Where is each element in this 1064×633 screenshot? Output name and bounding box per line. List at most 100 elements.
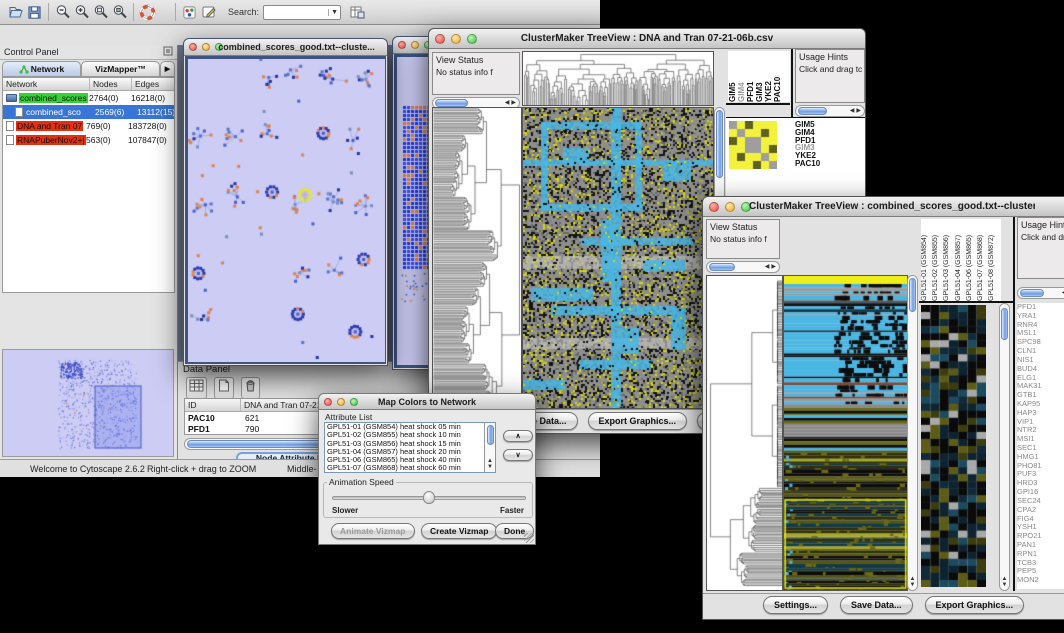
network-tree-row[interactable]: combined_sco 2569(6) 13112(15) <box>3 105 174 119</box>
zoom-column-label: GPL51-08 (GSM872) <box>988 219 999 301</box>
treeview2-titlebar[interactable]: ClusterMaker TreeView : combined_scores_… <box>703 197 1064 217</box>
zoom-window-button[interactable] <box>350 398 358 406</box>
zoom-column-label: YKE2 <box>764 51 773 102</box>
attribute-select-icon[interactable] <box>186 377 207 399</box>
zoom-vscrollbar[interactable]: ▲▼ <box>999 303 1010 591</box>
speed-slider-thumb[interactable] <box>423 491 435 504</box>
dialog-title: Map Colors to Network <box>365 397 489 407</box>
footer-button[interactable]: Settings... <box>763 596 828 614</box>
faster-label: Faster <box>500 506 524 515</box>
search-input[interactable]: ▼ <box>263 5 341 20</box>
scrollbar-thumb[interactable] <box>487 425 494 445</box>
tab-vizmapper[interactable]: VizMapper™ <box>81 61 160 77</box>
animate-vizmap-button[interactable]: Animate Vizmap <box>331 523 415 539</box>
treeview2-window: ClusterMaker TreeView : combined_scores_… <box>702 196 1064 620</box>
heatmap-canvas[interactable] <box>522 107 714 409</box>
control-panel-title: Control Panel <box>4 47 59 57</box>
network-tab-icon <box>19 65 29 74</box>
footer-button[interactable]: Export Graphics... <box>925 596 1025 614</box>
minimize-button[interactable] <box>202 43 210 51</box>
scroll-left-icon[interactable]: ◀ <box>764 264 771 270</box>
annotation-icon[interactable] <box>199 3 218 22</box>
float-panel-icon[interactable] <box>163 43 173 61</box>
usage-hints-hscrollbar[interactable]: ◀▶ <box>795 105 865 117</box>
network-tree-row[interactable]: DNA and Tran 07 769(0) 183728(0) <box>3 119 174 133</box>
delete-attribute-icon[interactable] <box>241 377 260 399</box>
column-dendrogram-canvas[interactable] <box>522 51 714 106</box>
scroll-right-icon[interactable]: ▶ <box>510 100 517 106</box>
scroll-right-icon[interactable]: ▶ <box>770 264 777 270</box>
row-dendrogram-canvas[interactable] <box>706 275 783 591</box>
scroll-down-icon[interactable]: ▼ <box>486 464 494 470</box>
close-button[interactable] <box>398 41 406 49</box>
footer-button[interactable]: Save Data... <box>840 596 913 614</box>
zoom-in-icon[interactable] <box>72 3 91 22</box>
minimize-button[interactable] <box>337 398 345 406</box>
zoom-heatmap-canvas[interactable] <box>921 305 986 587</box>
scrollbar-thumb[interactable] <box>716 110 723 178</box>
footer-button[interactable]: Export Graphics... <box>588 412 688 430</box>
minimize-button[interactable] <box>411 41 419 49</box>
network1-view-canvas[interactable] <box>188 59 385 362</box>
vizmapper-icon[interactable] <box>180 3 199 22</box>
create-vizmap-button[interactable]: Create Vizmap <box>421 523 497 539</box>
move-down-button[interactable]: ∨ <box>503 449 533 461</box>
zoom-column-labels: GPL51-01 (GSM854)GPL51-02 (GSM855)GPL51-… <box>921 219 1001 301</box>
gene-label[interactable]: MON2 <box>1017 576 1064 585</box>
zoom-column-label: GPL51-03 (GSM856) <box>943 219 954 301</box>
close-button[interactable] <box>324 398 332 406</box>
search-dropdown-icon[interactable]: ▼ <box>328 9 340 16</box>
scroll-left-icon[interactable]: ◀ <box>504 100 511 106</box>
scrollbar-thumb[interactable] <box>909 278 916 312</box>
zoom-out-icon[interactable] <box>53 3 72 22</box>
scrollbar-thumb[interactable] <box>1001 308 1008 340</box>
row-dendrogram-canvas[interactable] <box>432 107 522 409</box>
help-lifesaver-icon[interactable] <box>138 3 157 22</box>
toolbar-separator <box>175 3 176 21</box>
attribute-browser-icon[interactable] <box>347 3 366 22</box>
scrollbar-thumb[interactable] <box>709 263 735 271</box>
scroll-down-icon[interactable]: ▼ <box>909 582 917 588</box>
toolbar-separator <box>48 3 49 21</box>
heatmap-vscrollbar[interactable]: ▲▼ <box>907 275 918 591</box>
attribute-list-item[interactable]: GPL51-07 (GSM868) heat shock 60 min <box>325 464 484 472</box>
resize-grip[interactable] <box>524 533 534 543</box>
map-colors-dialog: Map Colors to Network Attribute List GPL… <box>318 393 536 545</box>
view-status-panel: View Status No status info f <box>706 219 780 259</box>
network-tree-row[interactable]: RNAPuberNov2+| 563(0) 107847(0) <box>3 133 174 147</box>
dialog-titlebar[interactable]: Map Colors to Network <box>319 394 535 410</box>
new-attribute-icon[interactable] <box>214 377 234 399</box>
minimize-button[interactable] <box>725 202 735 212</box>
save-session-icon[interactable] <box>25 3 44 22</box>
usage-hints-hscrollbar[interactable]: ◀▶ <box>1017 287 1064 299</box>
scrollbar-thumb[interactable] <box>435 99 468 107</box>
zoom-fit-icon[interactable] <box>91 3 110 22</box>
scroll-left-icon[interactable]: ◀ <box>849 108 856 114</box>
attribute-list-vscrollbar[interactable]: ▲▼ <box>484 423 495 472</box>
minimize-button[interactable] <box>451 34 461 44</box>
scrollbar-thumb[interactable] <box>1020 289 1044 297</box>
treeview1-titlebar[interactable]: ClusterMaker TreeView : DNA and Tran 07-… <box>429 29 865 49</box>
network1-titlebar[interactable]: combined_scores_good.txt--cluste... <box>184 39 387 56</box>
move-up-button[interactable]: ∧ <box>503 430 533 442</box>
network-tree-row[interactable]: combined_scores 2764(0) 16218(0) <box>3 91 174 105</box>
scrollbar-thumb[interactable] <box>798 107 827 115</box>
tab-overflow-arrow[interactable]: ▶ <box>160 61 175 77</box>
network-overview-canvas[interactable] <box>3 350 173 456</box>
close-button[interactable] <box>189 43 197 51</box>
usage-hints-panel: Usage Hints Click and drag tc <box>795 49 865 103</box>
close-button[interactable] <box>435 34 445 44</box>
zoom-column-labels: GIM5GIM4PFD1GIM3YKE2PAC10 <box>728 51 790 102</box>
view-status-hscrollbar[interactable]: ◀▶ <box>706 261 780 273</box>
scroll-down-icon[interactable]: ▼ <box>1001 582 1009 588</box>
zoom-selected-icon[interactable] <box>110 3 129 22</box>
tab-network[interactable]: Network <box>2 61 81 77</box>
close-button[interactable] <box>709 202 719 212</box>
scroll-right-icon[interactable]: ▶ <box>855 108 862 114</box>
network2-view-canvas[interactable] <box>397 57 431 357</box>
network-item-icon <box>6 94 17 102</box>
open-session-icon[interactable] <box>6 3 25 22</box>
heatmap-canvas[interactable] <box>783 275 908 591</box>
zoom-heatmap-canvas[interactable] <box>729 121 777 169</box>
status-hint-zoom: Right-click + drag to ZOOM <box>147 464 256 474</box>
